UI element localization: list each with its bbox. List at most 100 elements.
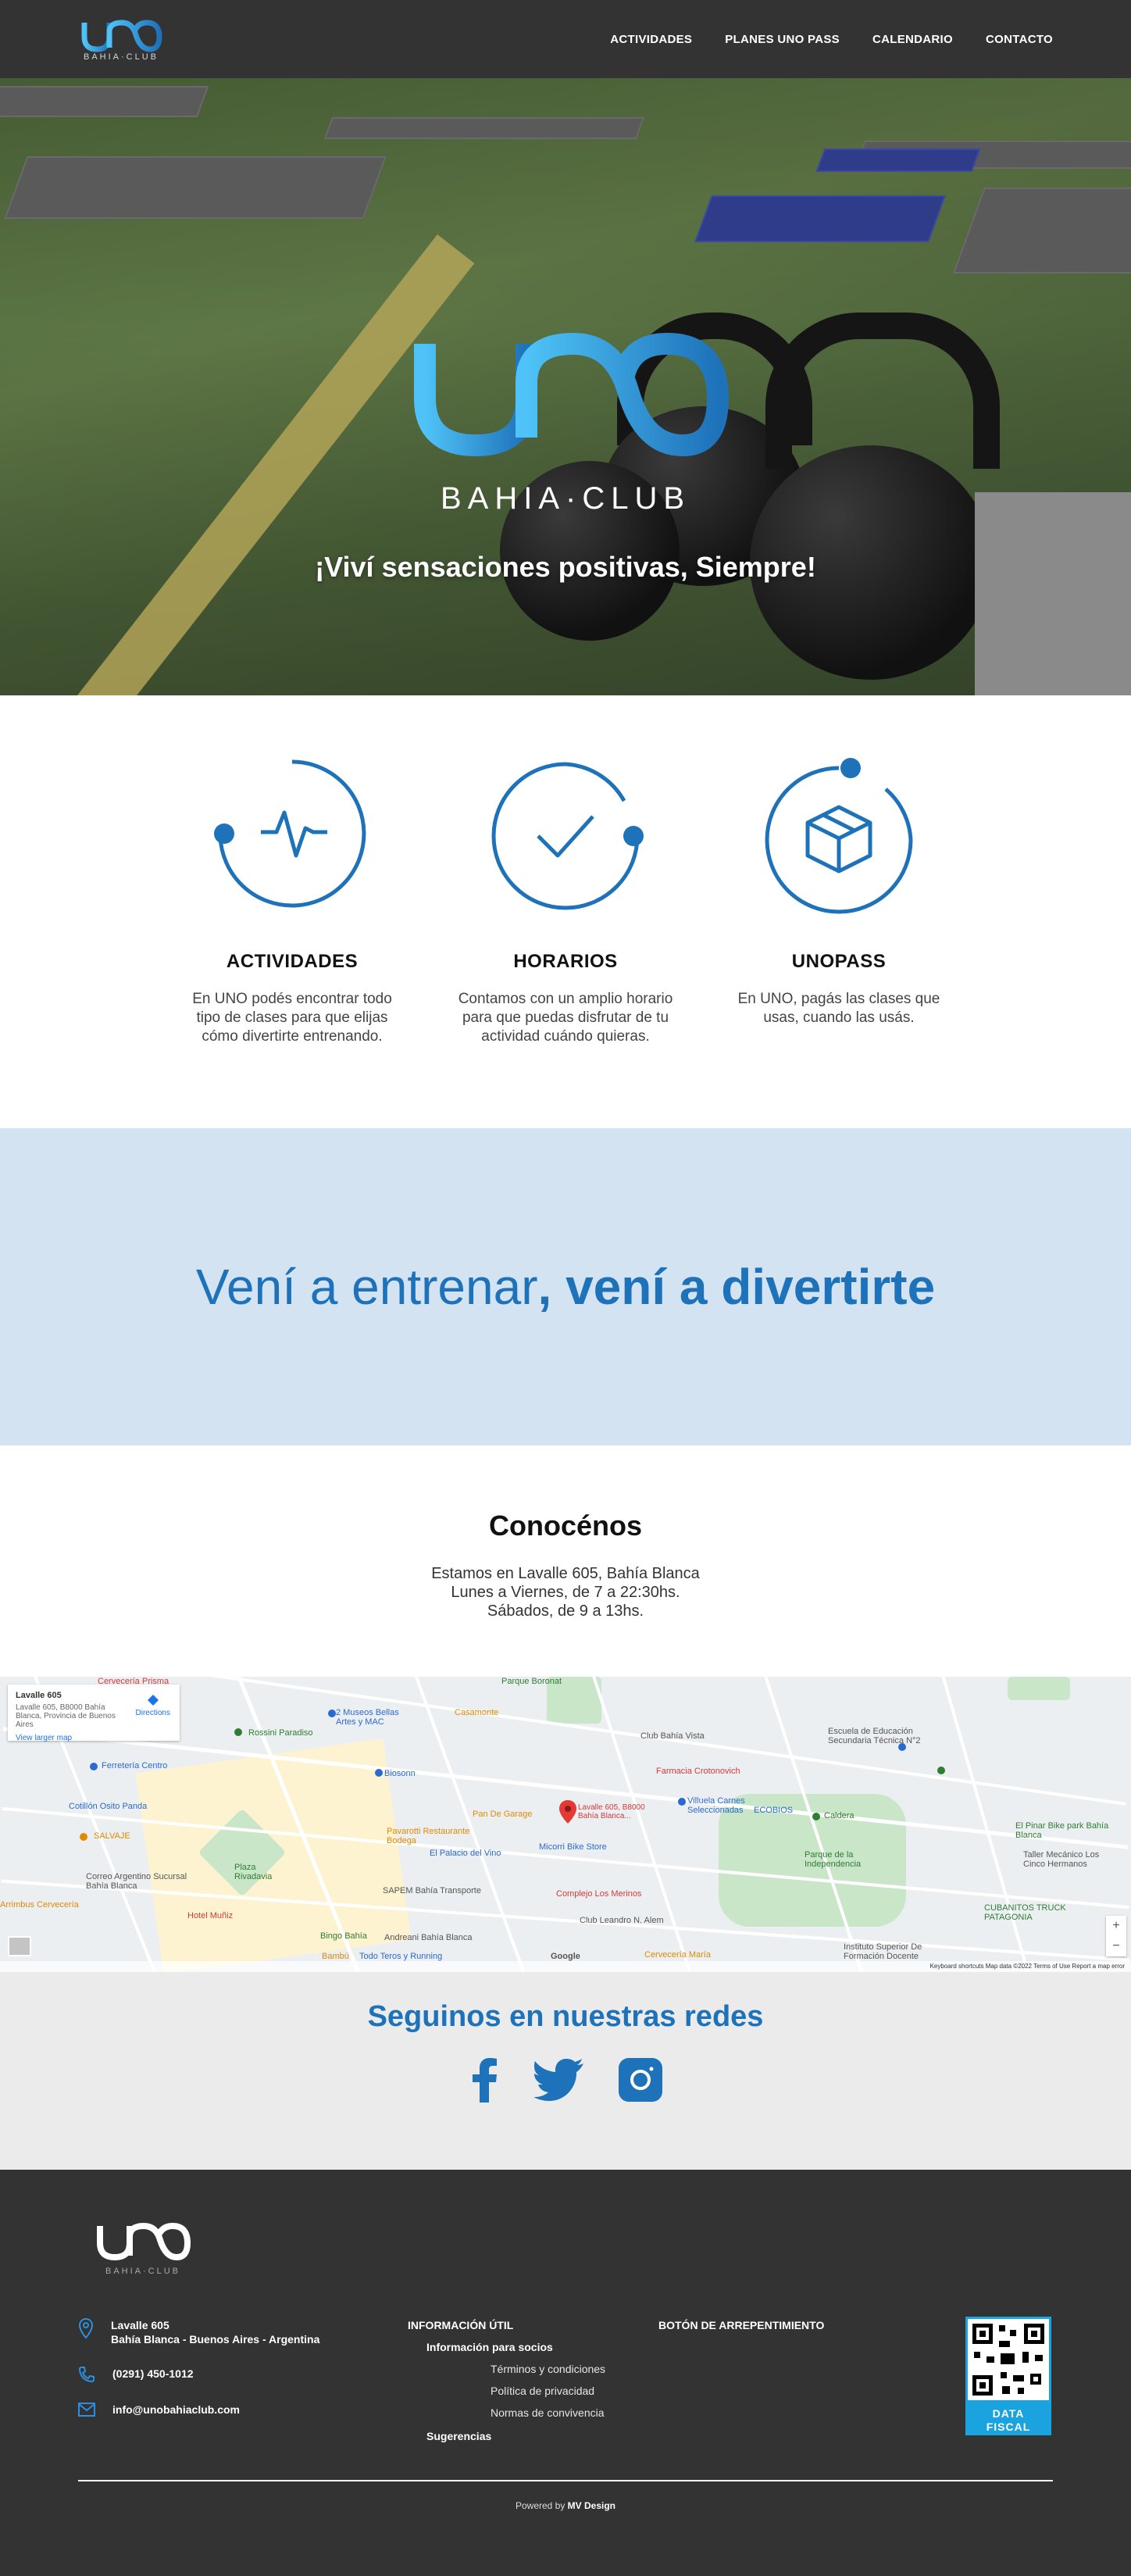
map-park xyxy=(1008,1677,1070,1700)
footer-info-subtitle[interactable]: Información para socios xyxy=(426,2341,605,2353)
map-pin[interactable] xyxy=(678,1798,686,1806)
footer-email[interactable]: info@unobahiaclub.com xyxy=(78,2403,319,2417)
header-logo-subtitle: BAHIA·CLUB xyxy=(83,52,159,62)
phone-icon xyxy=(78,2367,95,2382)
map-place-label: SALVAJE xyxy=(94,1831,130,1841)
banner-heading: Vení a entrenar, vení a divertirte xyxy=(196,1258,935,1316)
map-place-label: Hotel Muñiz xyxy=(187,1911,234,1920)
footer-address: Lavalle 605 Bahía Blanca - Buenos Aires … xyxy=(78,2318,319,2346)
footer-link-terminos[interactable]: Términos y condiciones xyxy=(491,2363,605,2375)
map-place-label: Pan De Garage xyxy=(473,1810,533,1819)
about-text: Estamos en Lavalle 605, Bahía Blanca Lun… xyxy=(431,1564,700,1620)
map-place-label: Andreani Bahía Blanca xyxy=(384,1933,473,1942)
hero-mat xyxy=(323,117,645,139)
about-line: Sábados, de 9 a 13hs. xyxy=(487,1602,644,1620)
google-logo: Google xyxy=(551,1952,580,1961)
about-line: Estamos en Lavalle 605, Bahía Blanca xyxy=(431,1565,700,1582)
map-place-label: 2 Museos Bellas Artes y MAC xyxy=(336,1708,399,1727)
uno-logo-icon xyxy=(81,20,162,52)
map-place-label: Parque Boronat xyxy=(501,1677,562,1686)
map-pin[interactable] xyxy=(90,1763,98,1770)
footer-link-privacidad[interactable]: Política de privacidad xyxy=(491,2385,605,2397)
footer-info-title: INFORMACIÓN ÚTIL xyxy=(408,2319,514,2331)
footer-phone-text: (0291) 450-1012 xyxy=(112,2367,194,2380)
data-fiscal-line1: DATA xyxy=(992,2407,1025,2420)
map-street-view-thumb[interactable] xyxy=(8,1936,31,1956)
about-section: Conocénos Estamos en Lavalle 605, Bahía … xyxy=(0,1445,1131,1677)
header-logo[interactable]: BAHIA·CLUB xyxy=(78,16,164,62)
directions-icon xyxy=(147,1695,159,1706)
map-place-label: Cervecería María xyxy=(644,1950,711,1960)
footer-address-line1: Lavalle 605 xyxy=(111,2319,169,2331)
footer-email-text: info@unobahiaclub.com xyxy=(112,2403,240,2416)
footer-phone[interactable]: (0291) 450-1012 xyxy=(78,2367,319,2382)
feature-text: En UNO podés encontrar todo tipo de clas… xyxy=(192,991,392,1045)
map-place-label: Complejo Los Merinos xyxy=(556,1889,642,1899)
hero-mat xyxy=(952,188,1131,273)
footer-logo[interactable]: BAHIA·CLUB xyxy=(92,2218,194,2276)
map-place-label: Biosonn xyxy=(384,1769,416,1778)
map-attribution[interactable]: Keyboard shortcuts Map data ©2022 Terms … xyxy=(0,1961,1131,1972)
map-pin[interactable] xyxy=(812,1813,820,1820)
footer-link-sugerencias[interactable]: Sugerencias xyxy=(426,2430,605,2442)
map-info-card: Lavalle 605 Lavalle 605, B8000 Bahía Bla… xyxy=(8,1685,180,1742)
map-place-label: Bingo Bahía xyxy=(320,1931,367,1941)
feature-horarios: HORARIOS Contamos con un amplio horario … xyxy=(456,754,675,1128)
nav-item-actividades[interactable]: ACTIVIDADES xyxy=(610,33,692,46)
activity-pulse-icon xyxy=(214,759,366,908)
feature-actividades: ACTIVIDADES En UNO podés encontrar todo … xyxy=(183,754,401,1128)
zoom-in-button[interactable]: + xyxy=(1106,1916,1126,1936)
location-marker-icon[interactable] xyxy=(559,1800,576,1827)
map-place-label: El Pinar Bike park Bahía Blanca xyxy=(1015,1821,1109,1840)
nav-item-contacto[interactable]: CONTACTO xyxy=(986,33,1053,46)
hero-blue-mat xyxy=(815,148,981,172)
map-place-label: El Palacio del Vino xyxy=(430,1849,501,1858)
map-pin[interactable] xyxy=(80,1833,87,1841)
google-map[interactable]: Cervecería Prisma Parque Boronat Rossini… xyxy=(0,1677,1131,1972)
map-place-label: Villuela Carnes Seleccionadas xyxy=(687,1796,745,1815)
hero-slogan: ¡Viví sensaciones positivas, Siempre! xyxy=(315,551,816,583)
footer-link-convivencia[interactable]: Normas de convivencia xyxy=(491,2406,605,2419)
map-marker-label: Lavalle 605, B8000 Bahía Blanca... xyxy=(578,1803,645,1820)
directions-label: Directions xyxy=(135,1709,170,1717)
footer-logo-subtitle: BAHIA·CLUB xyxy=(105,2267,181,2276)
hero-content: BAHIA·CLUB ¡Viví sensaciones positivas, … xyxy=(0,320,1131,584)
footer-divider xyxy=(78,2480,1053,2481)
map-place-label: Taller Mecánico Los Cinco Hermanos xyxy=(1023,1850,1100,1869)
site-footer: BAHIA·CLUB Lavalle 605 Bahía Blanca - Bu… xyxy=(0,2170,1131,2576)
about-title: Conocénos xyxy=(488,1510,642,1542)
facebook-icon[interactable] xyxy=(469,2057,500,2106)
feature-text: En UNO, pagás las clases que usas, cuand… xyxy=(737,991,940,1026)
directions-button[interactable]: Directions xyxy=(136,1694,170,1717)
map-pin[interactable] xyxy=(937,1767,945,1774)
map-pin[interactable] xyxy=(898,1743,906,1751)
instagram-icon[interactable] xyxy=(619,2058,662,2106)
map-place-label: Club Leandro N. Alem xyxy=(580,1916,664,1925)
map-place-label: CUBANITOS TRUCK PATAGONIA xyxy=(984,1903,1066,1922)
powered-by-prefix: Powered by xyxy=(515,2500,568,2511)
feature-text: Contamos con un amplio horario para que … xyxy=(458,991,673,1045)
regret-button[interactable]: BOTÓN DE ARREPENTIMIENTO xyxy=(658,2319,824,2331)
nav-item-planes-uno-pass[interactable]: PLANES UNO PASS xyxy=(725,33,840,46)
map-place-label: Escuela de Educación Secundaria Técnica … xyxy=(828,1727,921,1745)
view-larger-map-link[interactable]: View larger map xyxy=(16,1734,172,1742)
check-icon xyxy=(491,762,644,910)
feature-title: UNOPASS xyxy=(791,951,887,972)
data-fiscal-qr[interactable]: DATA FISCAL xyxy=(965,2317,1051,2435)
mail-icon xyxy=(78,2403,95,2417)
map-pin[interactable] xyxy=(328,1710,336,1717)
feature-unopass: UNOPASS En UNO, pagás las clases que usa… xyxy=(730,754,948,1128)
map-pin[interactable] xyxy=(375,1769,383,1777)
map-pin[interactable] xyxy=(234,1728,242,1736)
map-place-label: Correo Argentino Sucursal Bahía Blanca xyxy=(86,1872,187,1891)
social-icons xyxy=(469,2057,662,2106)
nav-item-calendario[interactable]: CALENDARIO xyxy=(872,33,953,46)
zoom-out-button[interactable]: − xyxy=(1106,1936,1126,1956)
twitter-icon[interactable] xyxy=(533,2059,584,2105)
location-pin-icon xyxy=(78,2318,94,2338)
map-place-label: Micorri Bike Store xyxy=(539,1842,607,1852)
map-place-label: Arrimbus Cervecería xyxy=(0,1900,79,1910)
box-icon xyxy=(765,758,913,914)
powered-by-link[interactable]: MV Design xyxy=(568,2500,615,2511)
social-section: Seguinos en nuestras redes xyxy=(0,1972,1131,2170)
